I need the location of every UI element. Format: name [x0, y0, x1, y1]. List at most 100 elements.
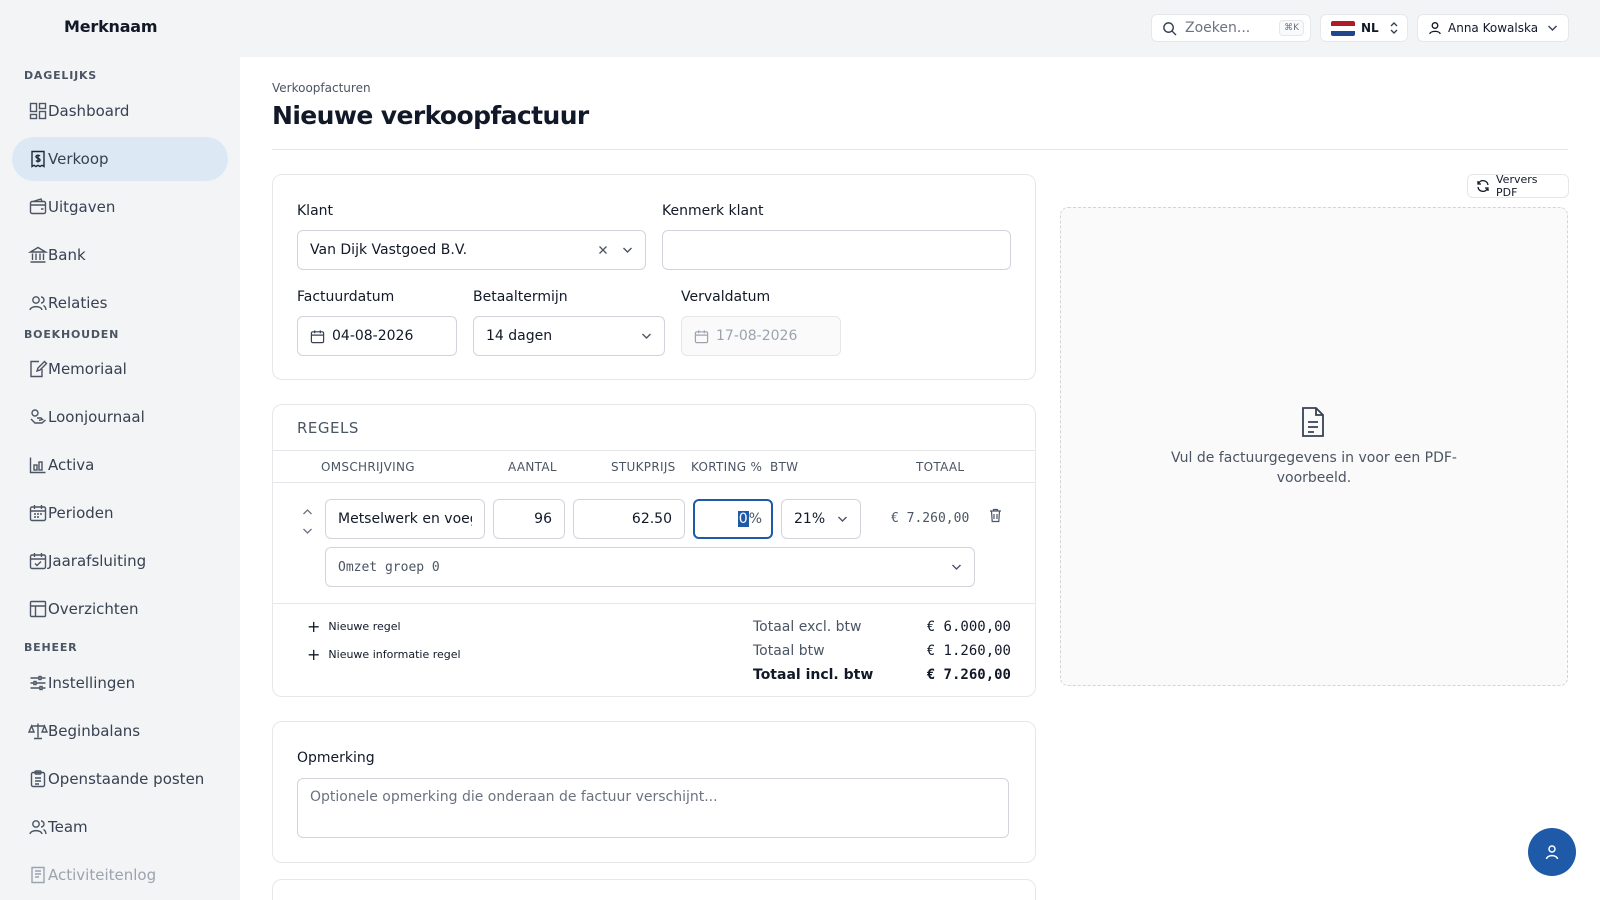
invoice-icon	[28, 149, 48, 169]
section-title-beheer: BEHEER	[24, 641, 78, 654]
sidebar-item-openstaande-posten[interactable]: Openstaande posten	[12, 757, 228, 801]
user-icon	[1428, 21, 1442, 35]
add-line-button[interactable]: + Nieuwe regel	[307, 617, 401, 636]
sidebar-item-label: Dashboard	[48, 102, 130, 120]
language-label: NL	[1361, 21, 1379, 35]
betaaltermijn-select[interactable]: 14 dagen	[473, 316, 665, 356]
move-down-icon[interactable]	[302, 527, 313, 535]
sidebar-item-dashboard[interactable]: Dashboard	[12, 89, 228, 133]
total-incl-value: € 7.260,00	[926, 667, 1011, 683]
brand-logo[interactable]: Merknaam	[64, 17, 158, 36]
sidebar-item-overzichten[interactable]: Overzichten	[12, 587, 228, 631]
sidebar-item-label: Memoriaal	[48, 360, 127, 378]
language-selector[interactable]: NL	[1320, 14, 1408, 42]
sidebar-item-label: Perioden	[48, 504, 114, 522]
log-icon	[28, 865, 48, 885]
col-btw: BTW	[770, 460, 799, 474]
chevron-down-icon	[1547, 24, 1558, 32]
clipboard-icon	[28, 769, 48, 789]
sidebar-item-beginbalans[interactable]: Beginbalans	[12, 709, 228, 753]
refresh-pdf-button[interactable]: Ververs PDF	[1467, 173, 1569, 199]
breadcrumb[interactable]: Verkoopfacturen	[272, 81, 371, 95]
users-icon	[28, 293, 48, 313]
omzetgroep-select[interactable]: Omzet groep 0	[325, 547, 975, 587]
sidebar-item-jaarafsluiting[interactable]: Jaarafsluiting	[12, 539, 228, 583]
calendar-icon	[28, 503, 48, 523]
total-excl-value: € 6.000,00	[926, 619, 1011, 635]
chevron-down-icon	[951, 563, 962, 571]
sidebar-item-loonjournaal[interactable]: Loonjournaal	[12, 395, 228, 439]
sidebar-item-label: Relaties	[48, 294, 108, 312]
clear-icon[interactable]	[598, 245, 608, 255]
btw-select[interactable]: 21%	[781, 499, 861, 539]
assets-chart-icon	[28, 455, 48, 475]
klant-value: Van Dijk Vastgoed B.V.	[310, 242, 468, 258]
sidebar-item-memoriaal[interactable]: Memoriaal	[12, 347, 228, 391]
sidebar-item-relaties[interactable]: Relaties	[12, 281, 228, 325]
regels-table-header: OMSCHRIJVING AANTAL STUKPRIJS KORTING % …	[273, 450, 1035, 483]
user-menu[interactable]: Anna Kowalska	[1417, 14, 1569, 42]
add-info-line-label: Nieuwe informatie regel	[328, 648, 461, 661]
aantal-input[interactable]: 96	[493, 499, 565, 539]
sidebar-item-label: Team	[48, 818, 88, 836]
move-up-icon[interactable]	[302, 508, 313, 516]
opmerking-textarea[interactable]: Optionele opmerking die onderaan de fact…	[297, 778, 1009, 838]
sidebar-item-instellingen[interactable]: Instellingen	[12, 661, 228, 705]
sidebar-item-verkoop[interactable]: Verkoop	[12, 137, 228, 181]
aantal-value: 96	[534, 511, 552, 527]
kenmerk-input[interactable]	[662, 230, 1011, 270]
sliders-icon	[28, 673, 48, 693]
sidebar-item-team[interactable]: Team	[12, 805, 228, 849]
team-icon	[28, 817, 48, 837]
search-shortcut: ⌘K	[1279, 20, 1304, 36]
nl-flag-icon	[1331, 20, 1355, 36]
sidebar-item-label: Instellingen	[48, 674, 136, 692]
table-icon	[28, 599, 48, 619]
user-name: Anna Kowalska	[1448, 21, 1539, 35]
add-info-line-button[interactable]: + Nieuwe informatie regel	[307, 645, 461, 664]
sidebar: DAGELIJKS Dashboard Verkoop Uitgaven Ban…	[0, 57, 240, 900]
factuurdatum-input[interactable]: 04-08-2026	[297, 316, 457, 356]
opmerking-label: Opmerking	[297, 750, 375, 766]
preview-empty-line2: voorbeeld.	[1276, 470, 1352, 486]
document-icon	[1299, 406, 1327, 438]
sidebar-item-perioden[interactable]: Perioden	[12, 491, 228, 535]
calendar-check-icon	[28, 551, 48, 571]
sidebar-item-label: Openstaande posten	[48, 770, 205, 788]
sidebar-item-activiteitenlog[interactable]: Activiteitenlog	[12, 853, 228, 897]
factuurdatum-label: Factuurdatum	[297, 289, 395, 305]
col-korting: KORTING %	[691, 460, 763, 474]
factuurdatum-value: 04-08-2026	[332, 328, 414, 344]
wallet-icon	[28, 197, 48, 217]
betaaltermijn-label: Betaaltermijn	[473, 289, 568, 305]
payroll-icon	[28, 407, 48, 427]
korting-suffix: %	[748, 511, 762, 527]
total-btw-value: € 1.260,00	[926, 643, 1011, 659]
sidebar-item-uitgaven[interactable]: Uitgaven	[12, 185, 228, 229]
plus-icon: +	[307, 617, 321, 636]
opmerking-placeholder: Optionele opmerking die onderaan de fact…	[310, 789, 718, 805]
sidebar-item-activa[interactable]: Activa	[12, 443, 228, 487]
pdf-preview-area: Vul de factuurgegevens in voor een PDF- …	[1060, 207, 1568, 686]
refresh-icon	[1476, 179, 1490, 193]
search-placeholder: Zoeken...	[1185, 20, 1251, 36]
klant-select[interactable]: Van Dijk Vastgoed B.V.	[297, 230, 646, 270]
stukprijs-value: 62.50	[631, 511, 672, 527]
stukprijs-input[interactable]: 62.50	[573, 499, 685, 539]
omschrijving-input[interactable]: Metselwerk en voegwerk	[325, 499, 485, 539]
trash-icon[interactable]	[989, 508, 1002, 523]
assistant-button[interactable]	[1528, 828, 1576, 876]
journal-edit-icon	[28, 359, 48, 379]
chevron-down-icon	[622, 246, 633, 254]
korting-value: 0	[737, 511, 749, 527]
opmerking-card: Opmerking Optionele opmerking die ondera…	[272, 721, 1036, 863]
omzetgroep-value: Omzet groep 0	[338, 559, 440, 575]
calendar-icon	[694, 329, 709, 344]
search-box[interactable]: Zoeken... ⌘K	[1151, 14, 1311, 42]
col-aantal: AANTAL	[508, 460, 557, 474]
calendar-icon	[310, 329, 325, 344]
plus-icon: +	[307, 645, 321, 664]
korting-input[interactable]: 0 %	[693, 499, 773, 539]
sidebar-item-bank[interactable]: Bank	[12, 233, 228, 277]
scale-icon	[28, 721, 48, 741]
